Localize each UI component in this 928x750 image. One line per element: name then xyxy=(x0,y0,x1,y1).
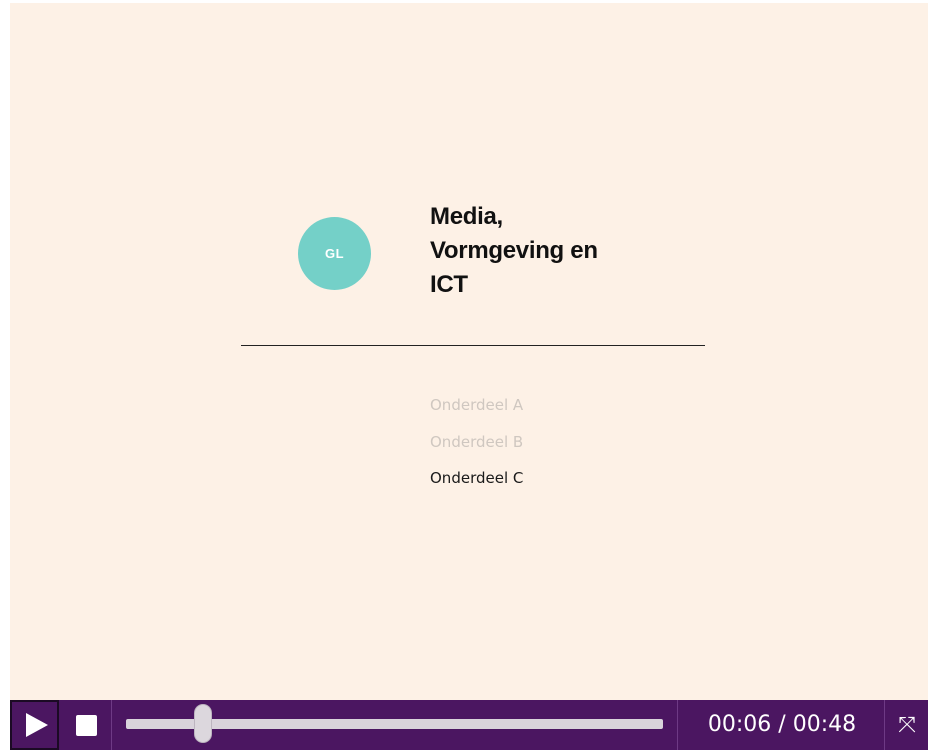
time-separator: / xyxy=(771,712,793,737)
separator xyxy=(677,700,678,750)
time-display: 00:06 / 00:48 xyxy=(682,700,882,750)
divider xyxy=(241,345,705,346)
play-icon xyxy=(25,713,48,737)
slide-title: Media, Vormgeving en ICT xyxy=(430,200,660,302)
control-bar: 00:06 / 00:48 ⤧ xyxy=(10,700,928,750)
duration: 00:48 xyxy=(792,712,857,737)
video-player: GL Media, Vormgeving en ICT Onderdeel A … xyxy=(10,3,928,750)
title-line-1: Media, xyxy=(430,203,503,230)
title-line-3: ICT xyxy=(430,271,468,298)
fullscreen-button[interactable]: ⤧ xyxy=(886,700,928,750)
seek-bar[interactable] xyxy=(126,705,663,742)
stop-button[interactable] xyxy=(61,700,111,750)
stop-icon xyxy=(75,714,97,736)
seek-handle[interactable] xyxy=(194,705,211,742)
logo-badge: GL xyxy=(298,217,371,290)
current-time: 00:06 xyxy=(707,712,772,737)
parts-list: Onderdeel A Onderdeel B Onderdeel C xyxy=(430,393,523,503)
part-item-a: Onderdeel A xyxy=(430,396,524,414)
separator xyxy=(111,700,112,750)
fullscreen-icon: ⤧ xyxy=(898,712,916,738)
title-line-2: Vormgeving en xyxy=(430,237,598,264)
separator xyxy=(884,700,885,750)
part-item-c: Onderdeel C xyxy=(430,469,524,487)
play-button[interactable] xyxy=(10,700,59,750)
part-item-b: Onderdeel B xyxy=(430,432,524,451)
slide-stage: GL Media, Vormgeving en ICT Onderdeel A … xyxy=(10,3,928,700)
